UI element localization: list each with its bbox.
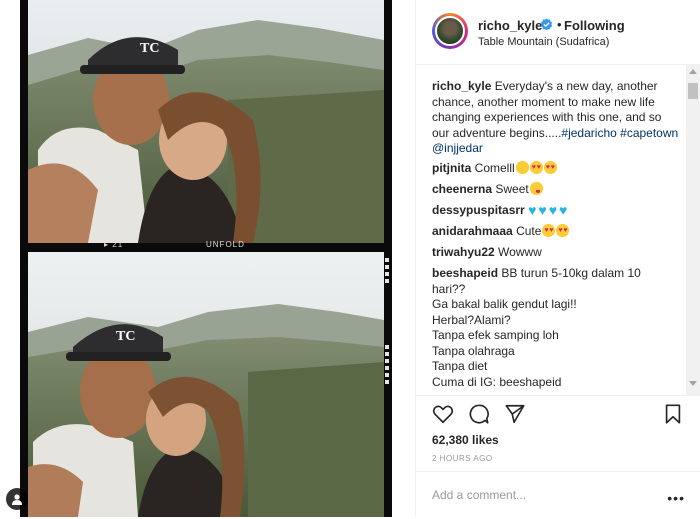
header-separator: •: [557, 17, 562, 32]
heart-eyes-emoji-icon: [542, 223, 556, 239]
post-photo[interactable]: TC ▸ 21 UNFOLD TC: [0, 0, 415, 517]
avatar[interactable]: [432, 13, 468, 49]
blue-heart-icon: ♥: [548, 202, 557, 218]
list-item: triwahyu22 Wowww: [432, 245, 680, 261]
comment-line: Tanpa olahraga: [432, 343, 515, 358]
location-link[interactable]: Table Mountain (Sudafrica): [478, 36, 609, 48]
comment-username[interactable]: dessypuspitasrr: [432, 203, 525, 217]
scroll-up-icon[interactable]: [689, 69, 697, 74]
face-savoring-food-icon: [529, 182, 543, 195]
face-with-tears-of-joy-icon: [515, 161, 529, 174]
comment-bubble-icon[interactable]: [468, 403, 490, 425]
comment-username[interactable]: cheenerna: [432, 182, 492, 196]
blue-heart-icon: ♥: [528, 202, 537, 218]
photo-frame-bottom: TC: [28, 252, 384, 517]
comment-username[interactable]: beeshapeid: [432, 266, 498, 280]
comment-text: Wowww: [498, 245, 542, 259]
like-heart-icon[interactable]: [432, 403, 454, 425]
couple-selfie-image-1: TC: [28, 0, 384, 243]
blue-heart-icon: ♥: [559, 202, 568, 218]
comments-list[interactable]: richo_kyle Everyday's a new day, another…: [416, 65, 700, 395]
list-item: cheenerna Sweet: [432, 182, 680, 198]
comment-line: Herbal?Alami?: [432, 312, 511, 327]
film-frame-number: ▸ 21: [104, 240, 124, 249]
comment-text: Cute: [516, 224, 542, 238]
following-button[interactable]: Following: [564, 18, 625, 33]
bookmark-icon[interactable]: [662, 403, 684, 425]
caption: richo_kyle Everyday's a new day, another…: [432, 79, 680, 157]
hashtag-link[interactable]: #jedaricho: [561, 126, 616, 140]
scroll-down-icon[interactable]: [689, 381, 697, 386]
scrollbar-thumb[interactable]: [688, 83, 698, 99]
verified-badge-icon: [540, 18, 553, 31]
comments-scrollbar[interactable]: [686, 65, 700, 395]
comment-line: Tanpa efek samping loh: [432, 328, 559, 342]
more-options-icon[interactable]: •••: [667, 490, 685, 506]
comment-username[interactable]: anidarahmaaa: [432, 224, 513, 238]
comment-line: Ga bakal balik gendut lagi!!: [432, 297, 577, 311]
comment-line: Cuma di IG: beeshapeid: [432, 374, 562, 389]
comment-line: hari??: [432, 281, 466, 296]
svg-text:TC: TC: [140, 41, 159, 56]
post-header: richo_kyle • Following Table Mountain (S…: [416, 0, 700, 65]
tagged-user-icon[interactable]: [6, 488, 28, 510]
mention-link[interactable]: @injjedar: [432, 141, 483, 155]
post-sidebar: richo_kyle • Following Table Mountain (S…: [415, 0, 700, 517]
film-brand-label: UNFOLD: [206, 240, 245, 249]
heart-eyes-emoji-icon: [556, 223, 570, 239]
caption-username[interactable]: richo_kyle: [432, 79, 491, 93]
list-item: beeshapeid BB turun 5-10kg dalam 10 hari…: [432, 266, 680, 390]
comment-username[interactable]: pitjnita: [432, 161, 471, 175]
post-timestamp[interactable]: 2 HOURS AGO: [432, 454, 493, 463]
list-item: dessypuspitasrr ♥ ♥ ♥ ♥: [432, 202, 680, 219]
comment-line: BB turun 5-10kg dalam 10: [501, 266, 641, 280]
comment-text: Sweet: [495, 182, 529, 196]
couple-selfie-image-2: TC: [28, 252, 384, 517]
film-strip-photo: TC ▸ 21 UNFOLD TC: [20, 0, 392, 517]
heart-eyes-emoji-icon: [543, 160, 557, 176]
heart-eyes-emoji-icon: [529, 160, 543, 176]
add-comment-input[interactable]: [432, 488, 642, 502]
post-actions: 62,380 likes 2 HOURS AGO •••: [416, 395, 700, 518]
film-sprocket-holes-top: [385, 258, 389, 286]
likes-count[interactable]: 62,380 likes: [432, 433, 499, 447]
photo-frame-top: TC: [28, 0, 384, 243]
film-sprocket-holes-bottom: [385, 345, 389, 387]
svg-text:TC: TC: [116, 329, 135, 344]
blue-heart-icon: ♥: [538, 202, 547, 218]
header-username[interactable]: richo_kyle: [478, 18, 542, 33]
list-item: pitjnita Comelll: [432, 160, 680, 177]
person-icon: [12, 494, 22, 505]
list-item: anidarahmaaa Cute: [432, 223, 680, 240]
add-comment-bar: •••: [416, 471, 700, 519]
comment-text: Comelll: [474, 161, 515, 175]
comment-line: Tanpa diet: [432, 359, 488, 373]
comment-username[interactable]: triwahyu22: [432, 245, 495, 259]
share-icon[interactable]: [504, 403, 526, 425]
hashtag-link[interactable]: #capetown: [620, 126, 678, 140]
